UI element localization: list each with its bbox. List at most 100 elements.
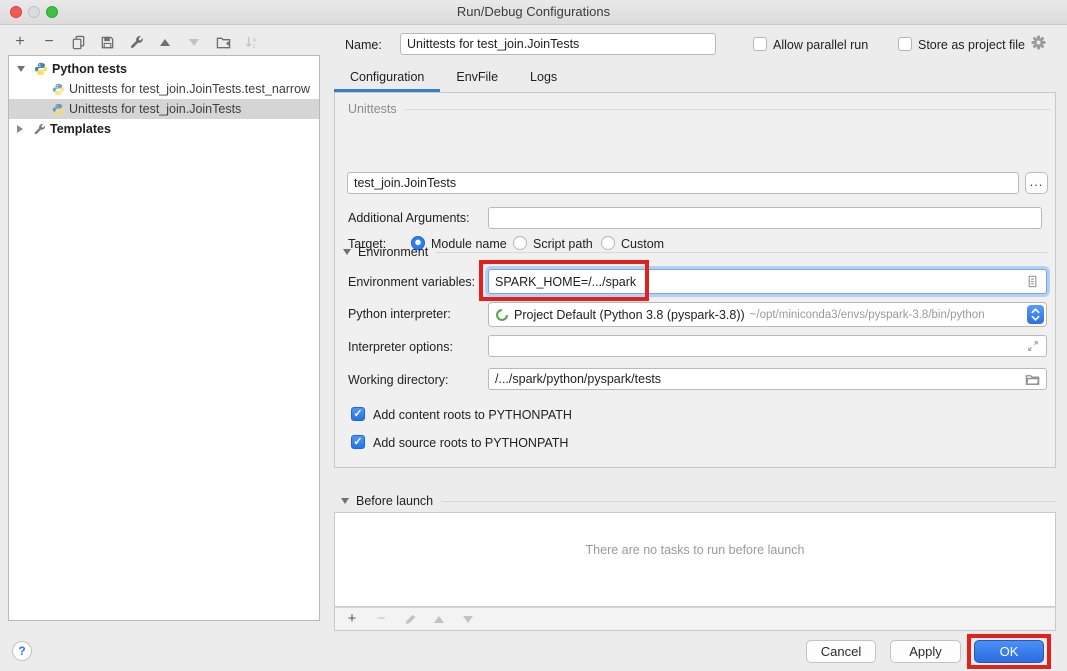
- tree-item-templates[interactable]: Templates: [9, 119, 319, 139]
- expand-field-icon[interactable]: [1026, 339, 1040, 353]
- new-folder-icon: [216, 35, 231, 50]
- move-down-button[interactable]: [186, 34, 202, 50]
- divider: [405, 109, 1050, 110]
- python-interpreter-select[interactable]: Project Default (Python 3.8 (pyspark-3.8…: [488, 302, 1047, 327]
- remove-task-button[interactable]: −: [373, 611, 389, 627]
- name-input[interactable]: [400, 33, 716, 55]
- tree-item-python-tests[interactable]: Python tests: [9, 59, 319, 79]
- tab-envfile[interactable]: EnvFile: [440, 64, 514, 92]
- working-directory-input[interactable]: /.../spark/python/pyspark/tests: [488, 368, 1047, 390]
- before-launch-section-header[interactable]: Before launch: [341, 494, 1056, 508]
- wrench-icon: [33, 123, 46, 136]
- store-as-project-file-checkbox[interactable]: [898, 37, 912, 51]
- apply-button-label: Apply: [909, 644, 942, 659]
- save-icon: [100, 35, 115, 50]
- python-test-icon: [52, 83, 65, 96]
- environment-variables-input[interactable]: SPARK_HOME=/.../spark: [488, 269, 1047, 294]
- add-source-roots-checkbox[interactable]: ✓: [351, 435, 365, 449]
- window-title: Run/Debug Configurations: [0, 4, 1067, 19]
- move-up-icon: [434, 616, 444, 623]
- before-launch-toolbar: + −: [334, 607, 1056, 631]
- divider: [436, 252, 1047, 253]
- python-interpreter-value: Project Default (Python 3.8 (pyspark-3.8…: [514, 308, 745, 322]
- move-up-button[interactable]: [157, 34, 173, 50]
- working-directory-label: Working directory:: [348, 373, 449, 387]
- add-task-button[interactable]: +: [344, 611, 360, 627]
- browse-module-button[interactable]: ...: [1025, 172, 1048, 194]
- allow-parallel-run-checkbox[interactable]: [753, 37, 767, 51]
- tab-label: EnvFile: [456, 70, 498, 84]
- new-folder-button[interactable]: [215, 34, 231, 50]
- tab-logs[interactable]: Logs: [514, 64, 573, 92]
- chevron-down-icon[interactable]: [341, 498, 349, 504]
- titlebar: Run/Debug Configurations: [0, 0, 1067, 25]
- tree-item-label: Python tests: [52, 62, 127, 76]
- store-as-project-file-label: Store as project file: [918, 38, 1025, 52]
- tree-item-unittests-jointests[interactable]: Unittests for test_join.JoinTests: [9, 99, 319, 119]
- move-task-down-button[interactable]: [460, 611, 476, 627]
- conda-environment-icon: [495, 308, 509, 322]
- tree-item-label: Unittests for test_join.JoinTests: [69, 102, 241, 116]
- gear-icon[interactable]: [1031, 35, 1046, 50]
- copy-icon: [71, 35, 86, 50]
- wrench-icon: [129, 35, 144, 50]
- add-content-roots-checkbox[interactable]: ✓: [351, 407, 365, 421]
- add-source-roots-label: Add source roots to PYTHONPATH: [373, 436, 568, 450]
- move-task-up-button[interactable]: [431, 611, 447, 627]
- additional-arguments-input[interactable]: [488, 207, 1042, 229]
- edit-templates-button[interactable]: [128, 34, 144, 50]
- environment-variables-value: SPARK_HOME=/.../spark: [495, 275, 1025, 289]
- remove-configuration-button[interactable]: −: [41, 34, 57, 50]
- browse-button-label: ...: [1030, 175, 1043, 189]
- tree-item-unittests-test-narrow[interactable]: Unittests for test_join.JoinTests.test_n…: [9, 79, 319, 99]
- tab-bar: Configuration EnvFile Logs: [334, 64, 573, 92]
- environment-section-header[interactable]: Environment: [343, 245, 1047, 259]
- help-button-label: ?: [18, 644, 25, 658]
- working-directory-value: /.../spark/python/pyspark/tests: [495, 372, 1025, 386]
- python-icon: [34, 62, 48, 76]
- divider: [441, 501, 1056, 502]
- ok-button[interactable]: OK: [974, 640, 1044, 663]
- configurations-toolbar: + −: [12, 31, 260, 53]
- before-launch-task-list: There are no tasks to run before launch: [334, 512, 1056, 607]
- move-down-icon: [463, 616, 473, 623]
- ok-button-label: OK: [1000, 644, 1019, 659]
- move-up-icon: [160, 39, 170, 46]
- additional-arguments-label: Additional Arguments:: [348, 211, 470, 225]
- sort-configurations-button[interactable]: [244, 34, 260, 50]
- select-stepper-icon[interactable]: [1027, 305, 1044, 324]
- module-name-input[interactable]: [347, 172, 1019, 194]
- python-interpreter-label: Python interpreter:: [348, 307, 451, 321]
- apply-button[interactable]: Apply: [890, 640, 961, 663]
- copy-configuration-button[interactable]: [70, 34, 86, 50]
- tree-item-label: Templates: [50, 122, 111, 136]
- tab-label: Logs: [530, 70, 557, 84]
- unittests-group-header: Unittests: [340, 102, 1050, 116]
- move-down-icon: [189, 39, 199, 46]
- configuration-form: Unittests Target: Module name Script pat…: [334, 92, 1056, 468]
- edit-task-button[interactable]: [402, 611, 418, 627]
- before-launch-empty-text: There are no tasks to run before launch: [335, 543, 1055, 557]
- cancel-button-label: Cancel: [821, 644, 861, 659]
- folder-icon[interactable]: [1025, 372, 1040, 387]
- unittests-group-title: Unittests: [348, 102, 397, 116]
- sort-alphabetically-icon: [245, 35, 260, 50]
- cancel-button[interactable]: Cancel: [806, 640, 876, 663]
- add-content-roots-label: Add content roots to PYTHONPATH: [373, 408, 572, 422]
- chevron-right-icon[interactable]: [17, 125, 23, 133]
- interpreter-options-label: Interpreter options:: [348, 340, 453, 354]
- interpreter-options-input[interactable]: [488, 335, 1047, 357]
- tab-label: Configuration: [350, 70, 424, 84]
- add-configuration-button[interactable]: +: [12, 34, 28, 50]
- chevron-down-icon[interactable]: [343, 249, 351, 255]
- chevron-down-icon[interactable]: [17, 66, 25, 72]
- environment-variables-label: Environment variables:: [348, 275, 475, 289]
- browse-variables-icon[interactable]: [1025, 274, 1040, 289]
- run-debug-configurations-dialog: Run/Debug Configurations + − Python test…: [0, 0, 1067, 671]
- configurations-tree: Python tests Unittests for test_join.Joi…: [8, 55, 320, 621]
- save-configuration-button[interactable]: [99, 34, 115, 50]
- help-button[interactable]: ?: [12, 641, 32, 661]
- tab-configuration[interactable]: Configuration: [334, 64, 440, 92]
- tree-item-label: Unittests for test_join.JoinTests.test_n…: [69, 82, 310, 96]
- python-test-icon: [52, 103, 65, 116]
